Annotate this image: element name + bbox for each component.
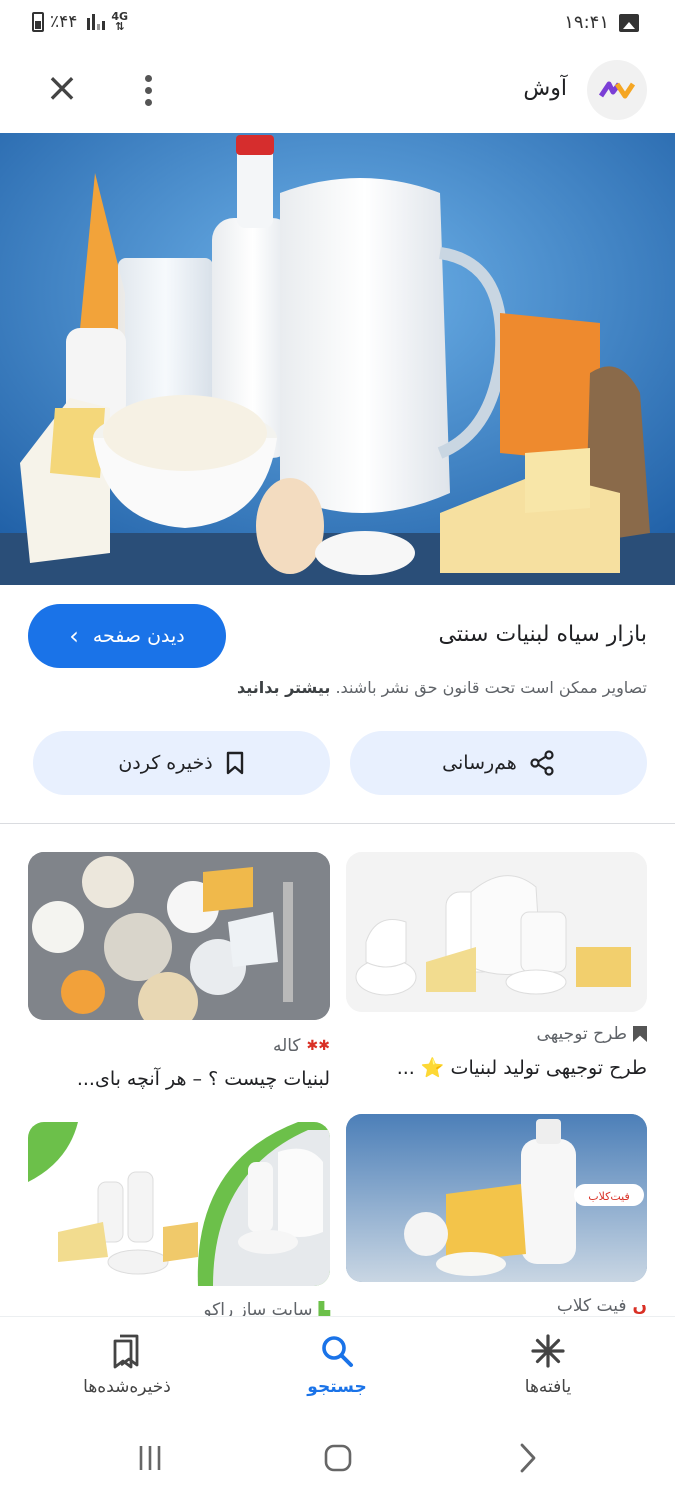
save-label: ذخیره کردن [118, 752, 213, 774]
dairy-photo [0, 133, 675, 585]
visit-page-label: دیدن صفحه [92, 625, 185, 647]
result-title[interactable]: لبنیات چیست ؟ – هر آنچه بای... [77, 1068, 330, 1090]
bottom-navigation: یافته‌ها جستجو ذخیره‌شده‌ها [0, 1316, 675, 1416]
result-image[interactable] [346, 852, 647, 1012]
signal-icon [87, 14, 106, 30]
source-favicon-icon: ں [632, 1296, 647, 1316]
result-source[interactable]: ں فیت کلاب [557, 1296, 647, 1316]
hero-image[interactable] [0, 133, 675, 585]
visit-page-button[interactable]: ‹ دیدن صفحه [28, 604, 226, 668]
battery-icon [32, 12, 44, 32]
page-title: بازار سیاه لبنیات سنتی [438, 622, 647, 647]
bookmarks-icon [113, 1334, 139, 1369]
title-row: ‹ دیدن صفحه بازار سیاه لبنیات سنتی [0, 604, 675, 670]
nav-saved-label: ذخیره‌شده‌ها [83, 1377, 171, 1397]
nav-search[interactable]: جستجو [267, 1333, 407, 1403]
asterisk-icon [531, 1334, 565, 1368]
source-favicon-icon [633, 1026, 647, 1042]
result-photo [28, 1122, 330, 1286]
bookmark-icon [226, 751, 243, 775]
image-notification-icon [619, 13, 639, 32]
result-source[interactable]: طرح توجیهی [537, 1024, 647, 1044]
battery-level: ٪۴۴ [50, 12, 78, 32]
result-image[interactable] [28, 1122, 330, 1286]
search-icon [322, 1336, 353, 1367]
result-source[interactable]: ✱✱ کاله [273, 1036, 330, 1056]
back-icon[interactable] [508, 1438, 548, 1478]
chevron-left-icon: ‹ [69, 622, 79, 650]
copyright-notice: تصاویر ممکن است تحت قانون حق نشر باشند. … [237, 678, 647, 697]
result-image[interactable]: فیت‌کلاب [346, 1114, 647, 1282]
status-right: ۱۹:۴۱ [564, 12, 639, 33]
network-type: 4G ⇅ [111, 10, 129, 33]
home-icon[interactable] [318, 1438, 358, 1478]
nav-saved[interactable]: ذخیره‌شده‌ها [57, 1333, 197, 1403]
divider [0, 823, 675, 824]
result-photo [28, 852, 330, 1020]
nav-search-label: جستجو [307, 1377, 367, 1397]
status-bar: ٪۴۴ 4G ⇅ ۱۹:۴۱ [0, 0, 675, 50]
result-photo [346, 852, 647, 1012]
copyright-text: تصاویر ممکن است تحت قانون حق نشر باشند. [335, 678, 647, 697]
result-image[interactable] [28, 852, 330, 1020]
result-source-label: طرح توجیهی [536, 1024, 627, 1044]
share-button[interactable]: هم‌رسانی [350, 731, 647, 795]
site-name: آوش [523, 76, 567, 101]
result-source-label: فیت کلاب [556, 1296, 627, 1316]
status-left: ٪۴۴ 4G ⇅ [32, 10, 129, 33]
learn-more-link[interactable]: بیشتر بدانید [237, 678, 330, 697]
recent-apps-icon[interactable] [130, 1438, 170, 1478]
svg-text:فیت‌کلاب: فیت‌کلاب [588, 1190, 630, 1203]
site-logo[interactable] [587, 60, 647, 120]
close-icon[interactable]: × [40, 68, 84, 112]
save-button[interactable]: ذخیره کردن [33, 731, 330, 795]
share-icon [530, 750, 554, 776]
source-favicon-icon: ✱✱ [306, 1038, 330, 1054]
app-bar: × آوش [0, 52, 675, 128]
system-navigation [0, 1418, 675, 1500]
clock: ۱۹:۴۱ [564, 12, 609, 33]
result-source-label: کاله [272, 1036, 301, 1056]
result-photo: فیت‌کلاب [346, 1114, 647, 1282]
nav-discoveries[interactable]: یافته‌ها [478, 1333, 618, 1403]
share-label: هم‌رسانی [442, 752, 517, 774]
site-logo-mark [599, 81, 635, 99]
result-title[interactable]: طرح توجیهی تولید لبنیات ⭐ ... [397, 1056, 647, 1079]
nav-discoveries-label: یافته‌ها [524, 1377, 572, 1397]
more-options-icon[interactable] [128, 68, 168, 112]
